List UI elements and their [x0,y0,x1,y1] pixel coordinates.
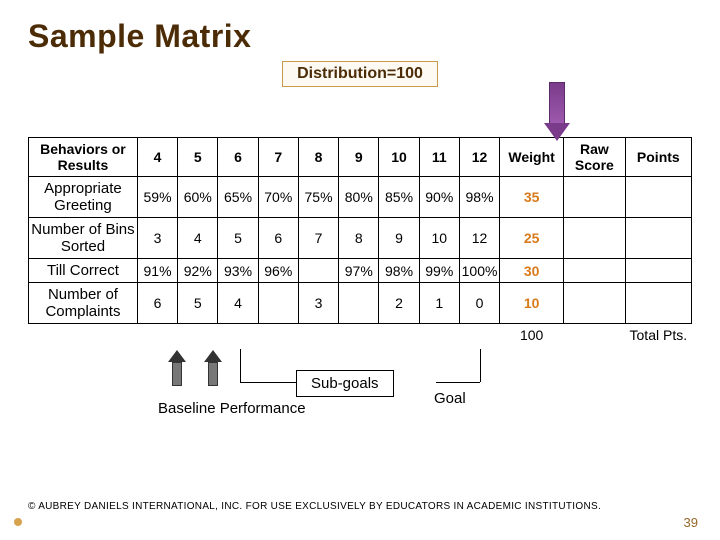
matrix-cell: 8 [339,218,379,259]
connector-line [480,349,481,382]
matrix-cell: 70% [258,177,298,218]
matrix-cell: 93% [218,259,258,283]
matrix-cell: 0 [459,283,499,324]
copyright-text: © AUBREY DANIELS INTERNATIONAL, INC. FOR… [28,501,692,512]
row-label: Number of Bins Sorted [29,218,138,259]
matrix-cell: 85% [379,177,419,218]
page-title: Sample Matrix [28,18,692,55]
matrix-cell: 10 [419,218,459,259]
matrix-cell [298,259,338,283]
matrix-cell: 1 [419,283,459,324]
matrix-cell: 90% [419,177,459,218]
connector-line [436,382,480,383]
col-11: 11 [419,138,459,177]
col-7: 7 [258,138,298,177]
weight-cell: 10 [500,283,564,324]
matrix-cell: 65% [218,177,258,218]
arrow-up-icon [168,350,186,386]
col-6: 6 [218,138,258,177]
matrix-cell: 9 [379,218,419,259]
matrix-cell: 7 [298,218,338,259]
table-row: Till Correct91%92%93%96% 97%98%99%100%30 [29,259,692,283]
page-number: 39 [684,515,698,530]
weight-cell: 35 [500,177,564,218]
table-row: Number of Bins Sorted3456789101225 [29,218,692,259]
matrix-cell: 3 [137,218,177,259]
connector-line [240,349,241,382]
matrix-cell: 59% [137,177,177,218]
arrow-up-icon [204,350,222,386]
connector-line [240,382,296,383]
table-row: Number of Complaints654321010 [29,283,692,324]
matrix-cell: 99% [419,259,459,283]
matrix-cell: 12 [459,218,499,259]
raw-score-cell [564,218,626,259]
matrix-cell [339,283,379,324]
table-header-row: Behaviors or Results 4 5 6 7 8 9 10 11 1… [29,138,692,177]
matrix-cell: 4 [178,218,218,259]
raw-score-cell [564,259,626,283]
matrix-cell [258,283,298,324]
matrix-cell: 96% [258,259,298,283]
matrix-cell: 98% [379,259,419,283]
col-8: 8 [298,138,338,177]
matrix-cell: 6 [258,218,298,259]
matrix-cell: 98% [459,177,499,218]
points-cell [625,177,691,218]
matrix-cell: 100% [459,259,499,283]
col-weight: Weight [500,138,564,177]
arrow-down-icon [544,82,570,142]
points-cell [625,283,691,324]
table-row: Appropriate Greeting59%60%65%70%75%80%85… [29,177,692,218]
matrix-table: Behaviors or Results 4 5 6 7 8 9 10 11 1… [28,137,692,346]
matrix-cell: 5 [218,218,258,259]
col-12: 12 [459,138,499,177]
matrix-cell: 3 [298,283,338,324]
weight-cell: 25 [500,218,564,259]
bullet-icon [14,518,22,526]
matrix-cell: 60% [178,177,218,218]
matrix-cell: 91% [137,259,177,283]
raw-score-cell [564,283,626,324]
subgoals-label: Sub-goals [296,370,394,397]
baseline-label: Baseline Performance [158,400,306,417]
matrix-cell: 2 [379,283,419,324]
col-behaviors: Behaviors or Results [29,138,138,177]
matrix-cell: 4 [218,283,258,324]
matrix-cell: 75% [298,177,338,218]
weight-total: 100 [500,324,564,347]
matrix-cell: 5 [178,283,218,324]
goal-label: Goal [434,390,466,407]
points-cell [625,218,691,259]
points-cell [625,259,691,283]
matrix-cell: 97% [339,259,379,283]
col-4: 4 [137,138,177,177]
col-points: Points [625,138,691,177]
col-raw: Raw Score [564,138,626,177]
col-10: 10 [379,138,419,177]
distribution-callout: Distribution=100 [282,61,438,87]
matrix-cell: 80% [339,177,379,218]
matrix-cell: 6 [137,283,177,324]
col-9: 9 [339,138,379,177]
row-label: Appropriate Greeting [29,177,138,218]
weight-cell: 30 [500,259,564,283]
row-label: Till Correct [29,259,138,283]
total-points-label: Total Pts. [625,324,691,347]
raw-score-cell [564,177,626,218]
matrix-cell: 92% [178,259,218,283]
col-5: 5 [178,138,218,177]
row-label: Number of Complaints [29,283,138,324]
